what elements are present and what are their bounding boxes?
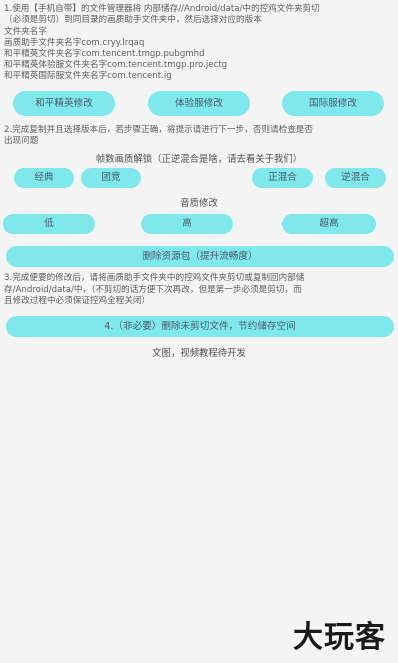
package-line-helper: 画质助手文件夹名字com.cryy.lrqaq [4, 38, 145, 48]
step3-text-line2: 存/Android/data/中，（不剪切的话方便下次再改，但是第一步必须是剪切… [4, 285, 302, 295]
framerate-positive-mix-button[interactable]: 正混合 [252, 168, 313, 188]
framerate-team-button[interactable]: 团竞 [81, 168, 141, 188]
step1-text-line1: 1.使用【手机自带】的文件管理器将 内部储存//Android/data/中的控… [4, 4, 320, 14]
step3-text-line3: 且修改过程中必须保证控鸡全程关闭） [4, 296, 151, 306]
beta-modify-button[interactable]: 体验服修改 [148, 91, 250, 116]
step1-text-line2: （必须是剪切）到同目录的画质助手文件夹中，然后选择对应的版本 [4, 15, 262, 25]
quality-ultra-button[interactable]: 超高 [282, 214, 376, 234]
quality-low-button[interactable]: 低 [3, 214, 95, 234]
package-line-beta: 和平精英体验服文件夹名字com.tencent.tmgp.pro.jectg [4, 60, 228, 70]
footer-text: 文图，视频教程待开发 [152, 348, 246, 359]
watermark-logo: 大玩客 [293, 620, 386, 655]
step3-text-line1: 3.完成便要的修改后，请将画质助手文件夹中的控鸡文件夹剪切或复制回内部储 [4, 273, 305, 283]
package-line-pubg: 和平精英文件夹名字com.tencent.tmgp.pubgmhd [4, 49, 205, 59]
pubg-modify-button[interactable]: 和平精英修改 [13, 91, 115, 116]
step2-text-line1: 2.完成复制并且选择版本后，若步骤正确，将提示请进行下一步，否则请检查是否 [4, 125, 313, 135]
framerate-title: 帧数画质解锁（正逆混合是啥，请去看关于我们） [95, 154, 303, 165]
delete-unclipped-button[interactable]: 4.（非必要）删除未剪切文件，节约储存空间 [6, 316, 394, 337]
step2-text-line2: 出现问题 [4, 136, 39, 146]
delete-resource-button[interactable]: 删除资源包（提升流畅度） [6, 246, 394, 267]
intl-modify-button[interactable]: 国际服修改 [282, 91, 384, 116]
package-header: 文件夹名字 [4, 27, 47, 37]
package-line-intl: 和平精英国际服文件夹名字com.tencent.ig [4, 71, 172, 81]
quality-title: 音质修改 [180, 198, 218, 209]
framerate-classic-button[interactable]: 经典 [14, 168, 74, 188]
framerate-negative-mix-button[interactable]: 逆混合 [325, 168, 386, 188]
quality-high-button[interactable]: 高 [141, 214, 233, 234]
